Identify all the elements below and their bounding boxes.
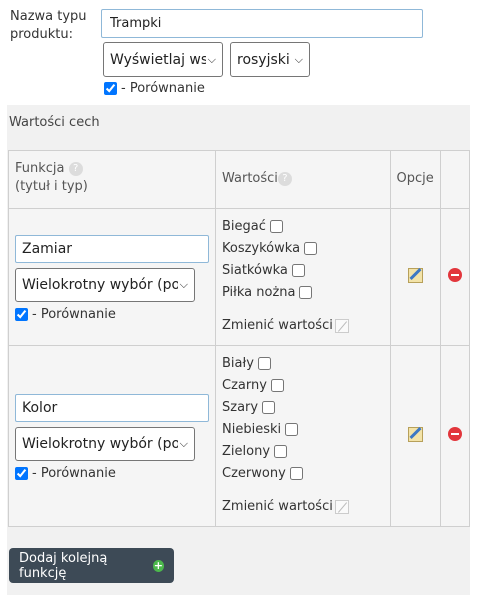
change-values[interactable]: Zmienić wartości bbox=[222, 499, 384, 514]
product-type-label: Nazwa typu produktu: bbox=[10, 9, 87, 42]
header-function-sub: (tytuł i typ) bbox=[15, 179, 88, 194]
delete-icon[interactable] bbox=[447, 268, 462, 282]
feature-values-cell: Biegać Koszykówka Siatkówka Piłka nożna … bbox=[215, 208, 391, 346]
display-select[interactable]: Wyświetlaj wsz ⌵ bbox=[103, 42, 223, 77]
header-function-label: Funkcja bbox=[15, 161, 65, 176]
value-checkbox[interactable] bbox=[274, 444, 288, 458]
value-item: Zielony bbox=[222, 440, 384, 462]
feature-function-cell: Wielokrotny wybór (pole w ⌵ - Porównanie bbox=[8, 208, 216, 346]
value-checkbox[interactable] bbox=[262, 400, 276, 414]
value-item: Koszykówka bbox=[222, 237, 384, 259]
feature-function-cell: Wielokrotny wybór (pole w ⌵ - Porównanie bbox=[8, 345, 216, 527]
feature-type-select[interactable]: Wielokrotny wybór (pole w ⌵ bbox=[15, 268, 195, 302]
edit-icon[interactable] bbox=[334, 499, 349, 514]
feature-values-cell: Biały Czarny Szary Niebieski Zielony Cze… bbox=[215, 345, 391, 527]
value-checkbox[interactable] bbox=[304, 241, 318, 255]
value-label: Biały bbox=[222, 355, 254, 371]
chevron-down-icon: ⌵ bbox=[179, 278, 188, 291]
value-item: Biały bbox=[222, 352, 384, 374]
value-item: Niebieski bbox=[222, 418, 384, 440]
value-checkbox[interactable] bbox=[285, 422, 299, 436]
language-select-value: rosyjski (r bbox=[237, 51, 293, 68]
feature-compare: - Porównanie bbox=[15, 466, 209, 481]
value-item: Czarny bbox=[222, 374, 384, 396]
delete-icon[interactable] bbox=[447, 427, 462, 441]
plus-icon: + bbox=[152, 558, 164, 572]
feature-type-value: Wielokrotny wybór (pole w bbox=[22, 436, 178, 452]
value-item: Szary bbox=[222, 396, 384, 418]
value-label: Zielony bbox=[222, 443, 271, 459]
product-compare-label: - Porównanie bbox=[121, 81, 205, 96]
add-feature-button[interactable]: Dodaj kolejną funkcję + bbox=[9, 548, 174, 583]
chevron-down-icon: ⌵ bbox=[179, 437, 188, 450]
value-checkbox[interactable] bbox=[299, 285, 313, 299]
header-delete bbox=[439, 150, 471, 209]
value-label: Biegać bbox=[222, 218, 266, 234]
feature-delete-cell bbox=[439, 345, 471, 527]
feature-name-input[interactable] bbox=[15, 394, 209, 422]
product-compare-checkbox[interactable] bbox=[104, 82, 117, 95]
chevron-down-icon: ⌵ bbox=[294, 52, 303, 66]
value-label: Szary bbox=[222, 399, 259, 415]
value-label: Siatkówka bbox=[222, 262, 288, 278]
feature-options-cell bbox=[389, 345, 441, 527]
feature-options-cell bbox=[389, 208, 441, 346]
value-checkbox[interactable] bbox=[289, 466, 303, 480]
value-checkbox[interactable] bbox=[269, 219, 283, 233]
product-type-name-input[interactable] bbox=[101, 9, 423, 38]
feature-compare: - Porównanie bbox=[15, 307, 209, 322]
value-label: Czarny bbox=[222, 377, 267, 393]
help-icon[interactable]: ? bbox=[277, 171, 292, 186]
feature-type-select[interactable]: Wielokrotny wybór (pole w ⌵ bbox=[15, 427, 195, 461]
features-table: Funkcja ? (tytuł i typ) Wartości? Opcje … bbox=[8, 150, 471, 527]
feature-delete-cell bbox=[439, 208, 471, 346]
feature-compare-checkbox[interactable] bbox=[15, 467, 28, 480]
change-values-label[interactable]: Zmienić wartości bbox=[222, 318, 333, 333]
feature-row: Wielokrotny wybór (pole w ⌵ - Porównanie… bbox=[8, 345, 471, 527]
header-values: Wartości? bbox=[215, 150, 391, 209]
edit-icon[interactable] bbox=[334, 318, 349, 333]
product-compare: - Porównanie bbox=[104, 81, 205, 96]
change-values-label[interactable]: Zmienić wartości bbox=[222, 499, 333, 514]
value-item: Siatkówka bbox=[222, 259, 384, 281]
display-select-value: Wyświetlaj wsz bbox=[110, 51, 206, 68]
value-checkbox[interactable] bbox=[291, 263, 305, 277]
change-values[interactable]: Zmienić wartości bbox=[222, 318, 384, 333]
header-options: Opcje bbox=[389, 150, 441, 209]
edit-icon[interactable] bbox=[407, 426, 423, 442]
header-function: Funkcja ? (tytuł i typ) bbox=[8, 150, 216, 209]
feature-compare-label: - Porównanie bbox=[32, 307, 116, 322]
value-label: Czerwony bbox=[222, 465, 286, 481]
value-item: Biegać bbox=[222, 215, 384, 237]
value-item: Piłka nożna bbox=[222, 281, 384, 303]
feature-name-input[interactable] bbox=[15, 235, 209, 263]
value-item: Czerwony bbox=[222, 462, 384, 484]
value-checkbox[interactable] bbox=[257, 356, 271, 370]
header-values-label: Wartości bbox=[222, 171, 278, 186]
value-label: Niebieski bbox=[222, 421, 282, 437]
features-table-header: Funkcja ? (tytuł i typ) Wartości? Opcje bbox=[8, 150, 471, 209]
help-icon[interactable]: ? bbox=[68, 161, 83, 176]
value-label: Piłka nożna bbox=[222, 284, 296, 300]
feature-row: Wielokrotny wybór (pole w ⌵ - Porównanie… bbox=[8, 208, 471, 346]
features-section-title: Wartości cech bbox=[9, 115, 100, 130]
language-select[interactable]: rosyjski (r ⌵ bbox=[230, 42, 310, 77]
edit-icon[interactable] bbox=[407, 267, 423, 283]
feature-compare-label: - Porównanie bbox=[32, 466, 116, 481]
feature-compare-checkbox[interactable] bbox=[15, 308, 28, 321]
add-feature-label: Dodaj kolejną funkcję bbox=[19, 550, 108, 581]
feature-type-value: Wielokrotny wybór (pole w bbox=[22, 277, 178, 293]
header-options-label: Opcje bbox=[396, 171, 434, 186]
value-checkbox[interactable] bbox=[270, 378, 284, 392]
value-label: Koszykówka bbox=[222, 240, 301, 256]
chevron-down-icon: ⌵ bbox=[207, 52, 216, 66]
